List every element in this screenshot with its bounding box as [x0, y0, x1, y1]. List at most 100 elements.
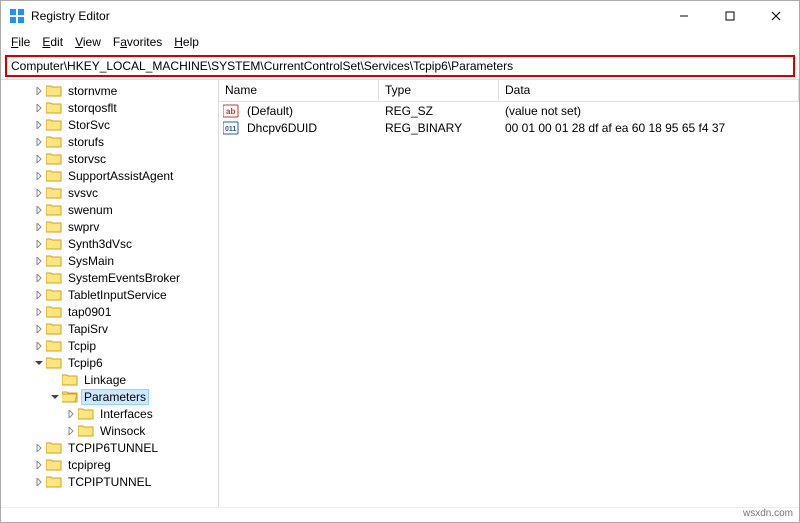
- caret-right-icon[interactable]: [65, 408, 77, 420]
- menu-view[interactable]: View: [69, 33, 107, 51]
- tree-item-systemeventsbroker[interactable]: SystemEventsBroker: [1, 269, 218, 286]
- tree-label: svsvc: [65, 186, 101, 200]
- caret-right-icon[interactable]: [33, 255, 45, 267]
- tree-item-swenum[interactable]: swenum: [1, 201, 218, 218]
- value-list[interactable]: Name Type Data ab(Default)REG_SZ(value n…: [219, 80, 799, 507]
- tree-item-winsock[interactable]: Winsock: [1, 422, 218, 439]
- titlebar[interactable]: Registry Editor: [1, 1, 799, 31]
- maximize-button[interactable]: [707, 1, 753, 31]
- header-data[interactable]: Data: [499, 80, 799, 101]
- reg-string-icon: ab: [223, 104, 239, 118]
- caret-down-icon[interactable]: [49, 391, 61, 403]
- tree-item-tcpip6[interactable]: Tcpip6: [1, 354, 218, 371]
- tree-item-tcpiptunnel[interactable]: TCPIPTUNNEL: [1, 473, 218, 490]
- caret-right-icon[interactable]: [33, 459, 45, 471]
- folder-icon: [46, 84, 62, 97]
- folder-icon: [78, 407, 94, 420]
- tree-label: Tcpip: [65, 339, 99, 353]
- header-name[interactable]: Name: [219, 80, 379, 101]
- tree-label: SupportAssistAgent: [65, 169, 176, 183]
- menu-file[interactable]: File: [5, 33, 36, 51]
- svg-text:ab: ab: [226, 107, 235, 116]
- caret-right-icon[interactable]: [33, 272, 45, 284]
- tree-item-supportassistagent[interactable]: SupportAssistAgent: [1, 167, 218, 184]
- folder-icon: [46, 356, 62, 369]
- caret-right-icon[interactable]: [33, 306, 45, 318]
- tree-item-synth3dvsc[interactable]: Synth3dVsc: [1, 235, 218, 252]
- folder-icon: [46, 220, 62, 233]
- caret-right-icon[interactable]: [33, 221, 45, 233]
- value-type: REG_SZ: [379, 104, 499, 118]
- tree-item-swprv[interactable]: swprv: [1, 218, 218, 235]
- tree-label: Synth3dVsc: [65, 237, 135, 251]
- close-button[interactable]: [753, 1, 799, 31]
- menubar: File Edit View Favorites Help: [1, 31, 799, 53]
- tree-label: StorSvc: [65, 118, 113, 132]
- caret-right-icon[interactable]: [33, 170, 45, 182]
- header-type[interactable]: Type: [379, 80, 499, 101]
- caret-right-icon[interactable]: [33, 442, 45, 454]
- tree-item-interfaces[interactable]: Interfaces: [1, 405, 218, 422]
- value-data: (value not set): [499, 104, 799, 118]
- caret-right-icon[interactable]: [33, 119, 45, 131]
- tree-item-sysmain[interactable]: SysMain: [1, 252, 218, 269]
- caret-right-icon[interactable]: [33, 204, 45, 216]
- folder-icon: [46, 118, 62, 131]
- list-header[interactable]: Name Type Data: [219, 80, 799, 102]
- tree-label: swprv: [65, 220, 102, 234]
- folder-icon: [46, 186, 62, 199]
- tree-item-storvsc[interactable]: storvsc: [1, 150, 218, 167]
- menu-help[interactable]: Help: [168, 33, 205, 51]
- folder-icon: [46, 101, 62, 114]
- tree-item-tcpip6tunnel[interactable]: TCPIP6TUNNEL: [1, 439, 218, 456]
- tree-item-tcpipreg[interactable]: tcpipreg: [1, 456, 218, 473]
- list-row[interactable]: 011Dhcpv6DUIDREG_BINARY00 01 00 01 28 df…: [219, 119, 799, 136]
- caret-right-icon[interactable]: [33, 187, 45, 199]
- folder-icon: [46, 305, 62, 318]
- tree-item-storsvc[interactable]: StorSvc: [1, 116, 218, 133]
- main-body: stornvme storqosflt StorSvcstorufsstorvsc S…: [1, 79, 799, 507]
- tree-label: tap0901: [65, 305, 114, 319]
- caret-right-icon[interactable]: [33, 238, 45, 250]
- caret-right-icon[interactable]: [33, 153, 45, 165]
- tree-item-tap0901[interactable]: tap0901: [1, 303, 218, 320]
- caret-right-icon[interactable]: [33, 289, 45, 301]
- tree-item-linkage[interactable]: Linkage: [1, 371, 218, 388]
- menu-edit[interactable]: Edit: [36, 33, 69, 51]
- folder-icon: [46, 458, 62, 471]
- address-bar[interactable]: Computer\HKEY_LOCAL_MACHINE\SYSTEM\Curre…: [5, 55, 795, 77]
- list-row[interactable]: ab(Default)REG_SZ(value not set): [219, 102, 799, 119]
- folder-icon: [78, 424, 94, 437]
- tree-label: SysMain: [65, 254, 117, 268]
- tree-label: storqosflt: [65, 101, 120, 115]
- caret-right-icon[interactable]: [33, 340, 45, 352]
- tree-label: Winsock: [97, 424, 148, 438]
- tree-item-storqosflt[interactable]: storqosflt: [1, 99, 218, 116]
- caret-down-icon[interactable]: [33, 357, 45, 369]
- footer-watermark: wsxdn.com: [1, 507, 799, 522]
- tree-item-storufs[interactable]: storufs: [1, 133, 218, 150]
- tree-item-tabletinputservice[interactable]: TabletInputService: [1, 286, 218, 303]
- tree-item-tcpip[interactable]: Tcpip: [1, 337, 218, 354]
- tree-item-tapisrv[interactable]: TapiSrv: [1, 320, 218, 337]
- folder-icon: [46, 254, 62, 267]
- registry-tree[interactable]: stornvme storqosflt StorSvcstorufsstorvsc S…: [1, 80, 219, 507]
- svg-text:011: 011: [225, 126, 236, 133]
- tree-label: Interfaces: [97, 407, 156, 421]
- caret-right-icon[interactable]: [33, 102, 45, 114]
- tree-item-parameters[interactable]: Parameters: [1, 388, 218, 405]
- tree-label: TCPIPTUNNEL: [65, 475, 154, 489]
- tree-item-svsvc[interactable]: svsvc: [1, 184, 218, 201]
- caret-right-icon[interactable]: [33, 85, 45, 97]
- caret-right-icon[interactable]: [33, 136, 45, 148]
- tree-label: Parameters: [81, 389, 149, 405]
- caret-right-icon[interactable]: [33, 476, 45, 488]
- menu-favorites[interactable]: Favorites: [107, 33, 168, 51]
- reg-binary-icon: 011: [223, 121, 239, 135]
- caret-right-icon[interactable]: [65, 425, 77, 437]
- minimize-button[interactable]: [661, 1, 707, 31]
- tree-item-stornvme[interactable]: stornvme: [1, 82, 218, 99]
- tree-label: SystemEventsBroker: [65, 271, 183, 285]
- caret-right-icon[interactable]: [33, 323, 45, 335]
- folder-icon: [46, 322, 62, 335]
